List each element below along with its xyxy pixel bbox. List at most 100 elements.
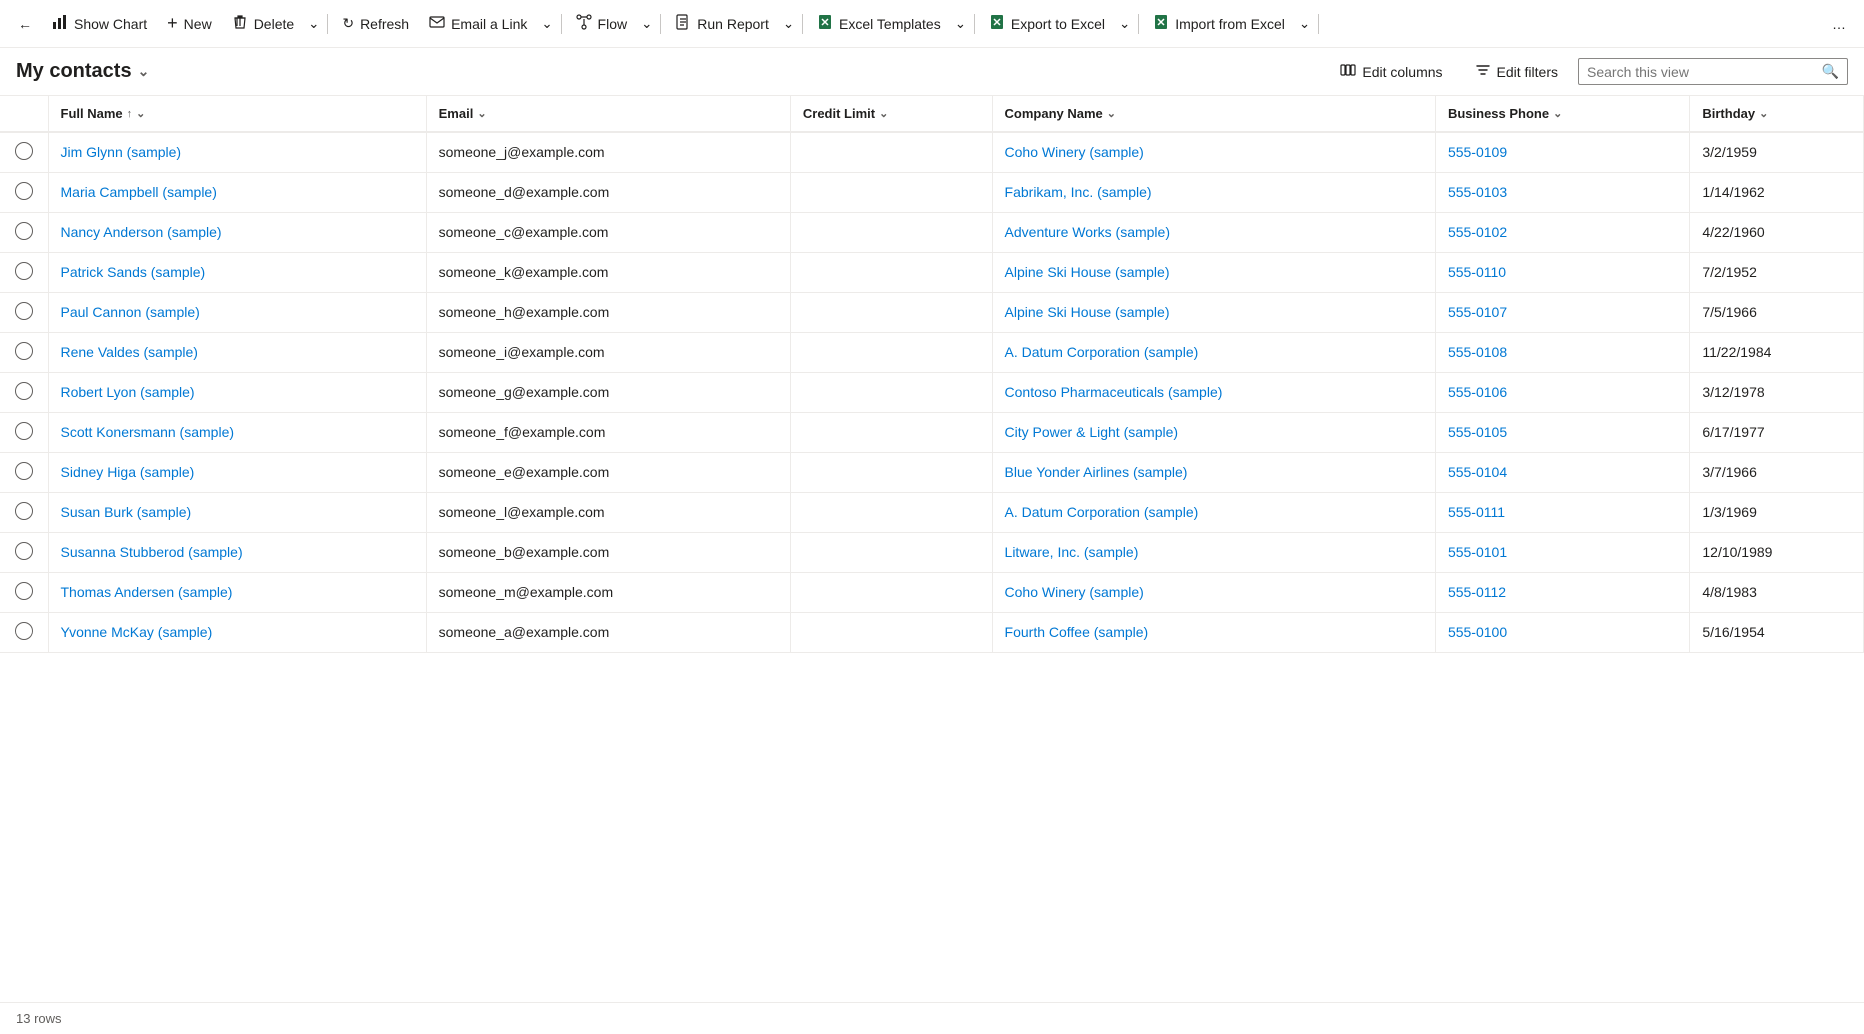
refresh-button[interactable]: ↻ Refresh — [332, 6, 419, 42]
export-excel-button[interactable]: Export to Excel — [979, 6, 1115, 42]
row-checkbox[interactable] — [15, 542, 33, 560]
company-name-cell[interactable]: Adventure Works (sample) — [992, 212, 1435, 252]
run-report-dropdown-icon: ⌄ — [783, 16, 794, 32]
excel-templates-button[interactable]: Excel Templates — [807, 6, 951, 42]
row-checkbox[interactable] — [15, 222, 33, 240]
row-checkbox[interactable] — [15, 582, 33, 600]
credit-limit-sort-chevron-icon: ⌄ — [879, 107, 888, 120]
import-excel-button[interactable]: Import from Excel — [1143, 6, 1295, 42]
delete-button[interactable]: Delete — [222, 6, 304, 42]
birthday-cell: 3/2/1959 — [1690, 132, 1864, 172]
birthday-cell: 6/17/1977 — [1690, 412, 1864, 452]
company-name-cell[interactable]: Alpine Ski House (sample) — [992, 292, 1435, 332]
row-checkbox[interactable] — [15, 342, 33, 360]
row-checkbox[interactable] — [15, 382, 33, 400]
business-phone-cell[interactable]: 555-0111 — [1435, 492, 1689, 532]
export-excel-label: Export to Excel — [1011, 16, 1105, 32]
flow-dropdown-button[interactable]: ⌄ — [637, 6, 656, 42]
full-name-cell[interactable]: Robert Lyon (sample) — [48, 372, 426, 412]
company-name-cell[interactable]: Coho Winery (sample) — [992, 572, 1435, 612]
company-name-cell[interactable]: Litware, Inc. (sample) — [992, 532, 1435, 572]
business-phone-cell[interactable]: 555-0100 — [1435, 612, 1689, 652]
full-name-cell[interactable]: Rene Valdes (sample) — [48, 332, 426, 372]
table-row: Rene Valdes (sample)someone_i@example.co… — [0, 332, 1864, 372]
excel-templates-dropdown-button[interactable]: ⌄ — [951, 6, 970, 42]
run-report-dropdown-button[interactable]: ⌄ — [779, 6, 798, 42]
import-dropdown-button[interactable]: ⌄ — [1295, 6, 1314, 42]
delete-label: Delete — [254, 16, 294, 32]
email-link-label: Email a Link — [451, 16, 527, 32]
full-name-cell[interactable]: Thomas Andersen (sample) — [48, 572, 426, 612]
credit-limit-cell — [790, 292, 992, 332]
row-checkbox[interactable] — [15, 262, 33, 280]
business-phone-cell[interactable]: 555-0104 — [1435, 452, 1689, 492]
business-phone-cell[interactable]: 555-0107 — [1435, 292, 1689, 332]
row-checkbox[interactable] — [15, 142, 33, 160]
run-report-button[interactable]: Run Report — [665, 6, 779, 42]
company-name-cell[interactable]: City Power & Light (sample) — [992, 412, 1435, 452]
business-phone-cell[interactable]: 555-0105 — [1435, 412, 1689, 452]
full-name-cell[interactable]: Paul Cannon (sample) — [48, 292, 426, 332]
business-phone-cell[interactable]: 555-0110 — [1435, 252, 1689, 292]
delete-dropdown-button[interactable]: ⌄ — [304, 6, 323, 42]
company-name-cell[interactable]: A. Datum Corporation (sample) — [992, 492, 1435, 532]
flow-button[interactable]: Flow — [566, 6, 638, 42]
birthday-column-header[interactable]: Birthday ⌄ — [1690, 96, 1864, 132]
business-phone-cell[interactable]: 555-0103 — [1435, 172, 1689, 212]
row-checkbox[interactable] — [15, 182, 33, 200]
new-button[interactable]: + New — [157, 6, 222, 42]
business-phone-cell[interactable]: 555-0112 — [1435, 572, 1689, 612]
business-phone-cell[interactable]: 555-0102 — [1435, 212, 1689, 252]
view-title[interactable]: My contacts ⌄ — [16, 60, 149, 83]
business-phone-cell[interactable]: 555-0101 — [1435, 532, 1689, 572]
company-name-cell[interactable]: A. Datum Corporation (sample) — [992, 332, 1435, 372]
row-checkbox[interactable] — [15, 622, 33, 640]
full-name-cell[interactable]: Jim Glynn (sample) — [48, 132, 426, 172]
business-phone-column-header[interactable]: Business Phone ⌄ — [1435, 96, 1689, 132]
search-input[interactable] — [1587, 64, 1816, 80]
email-dropdown-button[interactable]: ⌄ — [537, 6, 556, 42]
back-icon: ← — [18, 16, 32, 32]
edit-columns-label: Edit columns — [1362, 64, 1442, 80]
back-button[interactable]: ← — [8, 6, 42, 42]
show-chart-button[interactable]: Show Chart — [42, 6, 157, 42]
email-column-header[interactable]: Email ⌄ — [426, 96, 790, 132]
edit-filters-button[interactable]: Edit filters — [1463, 56, 1570, 87]
full-name-cell[interactable]: Susan Burk (sample) — [48, 492, 426, 532]
full-name-cell[interactable]: Yvonne McKay (sample) — [48, 612, 426, 652]
company-name-cell[interactable]: Contoso Pharmaceuticals (sample) — [992, 372, 1435, 412]
company-name-cell[interactable]: Coho Winery (sample) — [992, 132, 1435, 172]
business-phone-cell[interactable]: 555-0106 — [1435, 372, 1689, 412]
company-name-cell[interactable]: Fourth Coffee (sample) — [992, 612, 1435, 652]
more-button[interactable]: … — [1822, 6, 1856, 42]
row-checkbox-cell — [0, 172, 48, 212]
company-name-cell[interactable]: Blue Yonder Airlines (sample) — [992, 452, 1435, 492]
company-name-cell[interactable]: Fabrikam, Inc. (sample) — [992, 172, 1435, 212]
search-box[interactable]: 🔍 — [1578, 58, 1848, 85]
business-phone-sort-chevron-icon: ⌄ — [1553, 107, 1562, 120]
business-phone-cell[interactable]: 555-0108 — [1435, 332, 1689, 372]
row-checkbox[interactable] — [15, 302, 33, 320]
edit-columns-button[interactable]: Edit columns — [1328, 56, 1454, 87]
new-label: New — [184, 16, 212, 32]
full-name-column-header[interactable]: Full Name ↑ ⌄ — [48, 96, 426, 132]
full-name-cell[interactable]: Sidney Higa (sample) — [48, 452, 426, 492]
email-link-button[interactable]: Email a Link — [419, 6, 537, 42]
company-name-column-header[interactable]: Company Name ⌄ — [992, 96, 1435, 132]
company-name-cell[interactable]: Alpine Ski House (sample) — [992, 252, 1435, 292]
row-checkbox-cell — [0, 292, 48, 332]
view-header: My contacts ⌄ Edit columns Edit filters … — [0, 48, 1864, 96]
row-checkbox[interactable] — [15, 422, 33, 440]
full-name-cell[interactable]: Scott Konersmann (sample) — [48, 412, 426, 452]
credit-limit-cell — [790, 172, 992, 212]
full-name-cell[interactable]: Nancy Anderson (sample) — [48, 212, 426, 252]
full-name-cell[interactable]: Patrick Sands (sample) — [48, 252, 426, 292]
full-name-cell[interactable]: Susanna Stubberod (sample) — [48, 532, 426, 572]
full-name-cell[interactable]: Maria Campbell (sample) — [48, 172, 426, 212]
credit-limit-column-header[interactable]: Credit Limit ⌄ — [790, 96, 992, 132]
table-row: Patrick Sands (sample)someone_k@example.… — [0, 252, 1864, 292]
export-dropdown-button[interactable]: ⌄ — [1115, 6, 1134, 42]
business-phone-cell[interactable]: 555-0109 — [1435, 132, 1689, 172]
row-checkbox[interactable] — [15, 462, 33, 480]
row-checkbox[interactable] — [15, 502, 33, 520]
